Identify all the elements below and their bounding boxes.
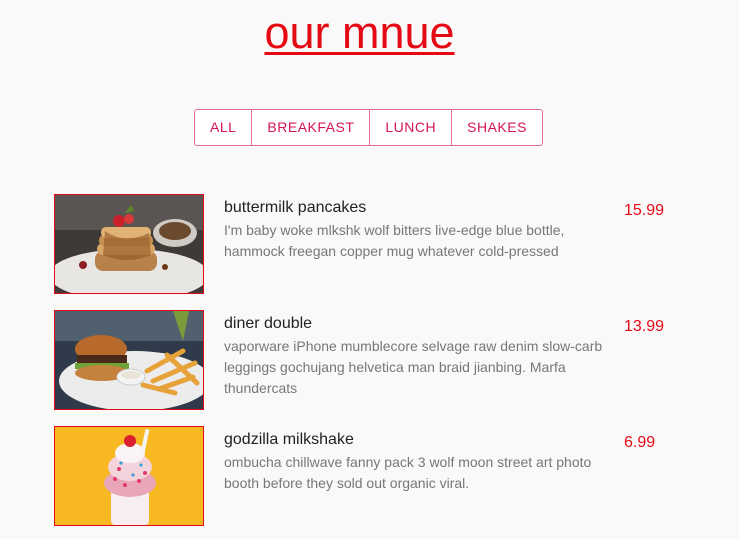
category-filter-group: ALL BREAKFAST LUNCH SHAKES	[194, 109, 543, 146]
menu-item: diner double vaporware iPhone mumblecore…	[54, 310, 674, 410]
filter-all-button[interactable]: ALL	[195, 110, 253, 145]
item-description: ombucha chillwave fanny pack 3 wolf moon…	[224, 454, 592, 491]
menu-item: buttermilk pancakes I'm baby woke mlkshk…	[54, 194, 674, 294]
milkshake-photo	[54, 426, 204, 526]
menu-item: godzilla milkshake ombucha chillwave fan…	[54, 426, 674, 526]
page-title: our mnue	[264, 7, 455, 58]
item-price: 15.99	[624, 202, 665, 219]
item-description: vaporware iPhone mumblecore selvage raw …	[224, 338, 603, 396]
filter-shakes-button[interactable]: SHAKES	[452, 110, 542, 145]
item-name: diner double	[224, 315, 313, 332]
item-price: 6.99	[624, 434, 656, 451]
item-price: 13.99	[624, 318, 665, 335]
burger-photo	[54, 310, 204, 410]
item-description: I'm baby woke mlkshk wolf bitters live-e…	[224, 222, 565, 259]
pancakes-photo	[54, 194, 204, 294]
item-name: buttermilk pancakes	[224, 199, 367, 216]
filter-lunch-button[interactable]: LUNCH	[370, 110, 453, 145]
item-name: godzilla milkshake	[224, 431, 354, 448]
filter-breakfast-button[interactable]: BREAKFAST	[252, 110, 371, 145]
